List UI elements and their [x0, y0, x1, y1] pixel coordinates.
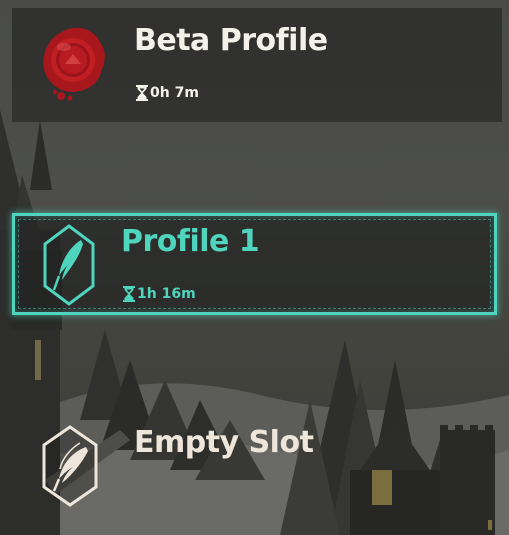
quill-hexagon-outline-icon: [42, 425, 98, 507]
quill-hexagon-icon: [43, 224, 95, 306]
profile-name: Empty Slot: [134, 425, 314, 460]
profile-slot-empty[interactable]: Empty Slot: [12, 405, 502, 507]
profile-name: Beta Profile: [134, 23, 328, 58]
profile-select-screen: Beta Profile 0h 7m Profile 1 1h 16m Empt…: [0, 0, 509, 535]
playtime-value: 0h 7m: [150, 85, 199, 101]
hourglass-icon: [123, 286, 135, 302]
playtime-row: 1h 16m: [123, 286, 196, 302]
profile-slot-beta[interactable]: Beta Profile 0h 7m: [12, 8, 502, 122]
profile-name: Profile 1: [121, 224, 260, 259]
playtime-value: 1h 16m: [137, 286, 196, 302]
playtime-row: 0h 7m: [136, 85, 199, 101]
profile-slot-1[interactable]: Profile 1 1h 16m: [12, 213, 497, 315]
hourglass-icon: [136, 85, 148, 101]
wax-seal-icon: [39, 24, 109, 104]
